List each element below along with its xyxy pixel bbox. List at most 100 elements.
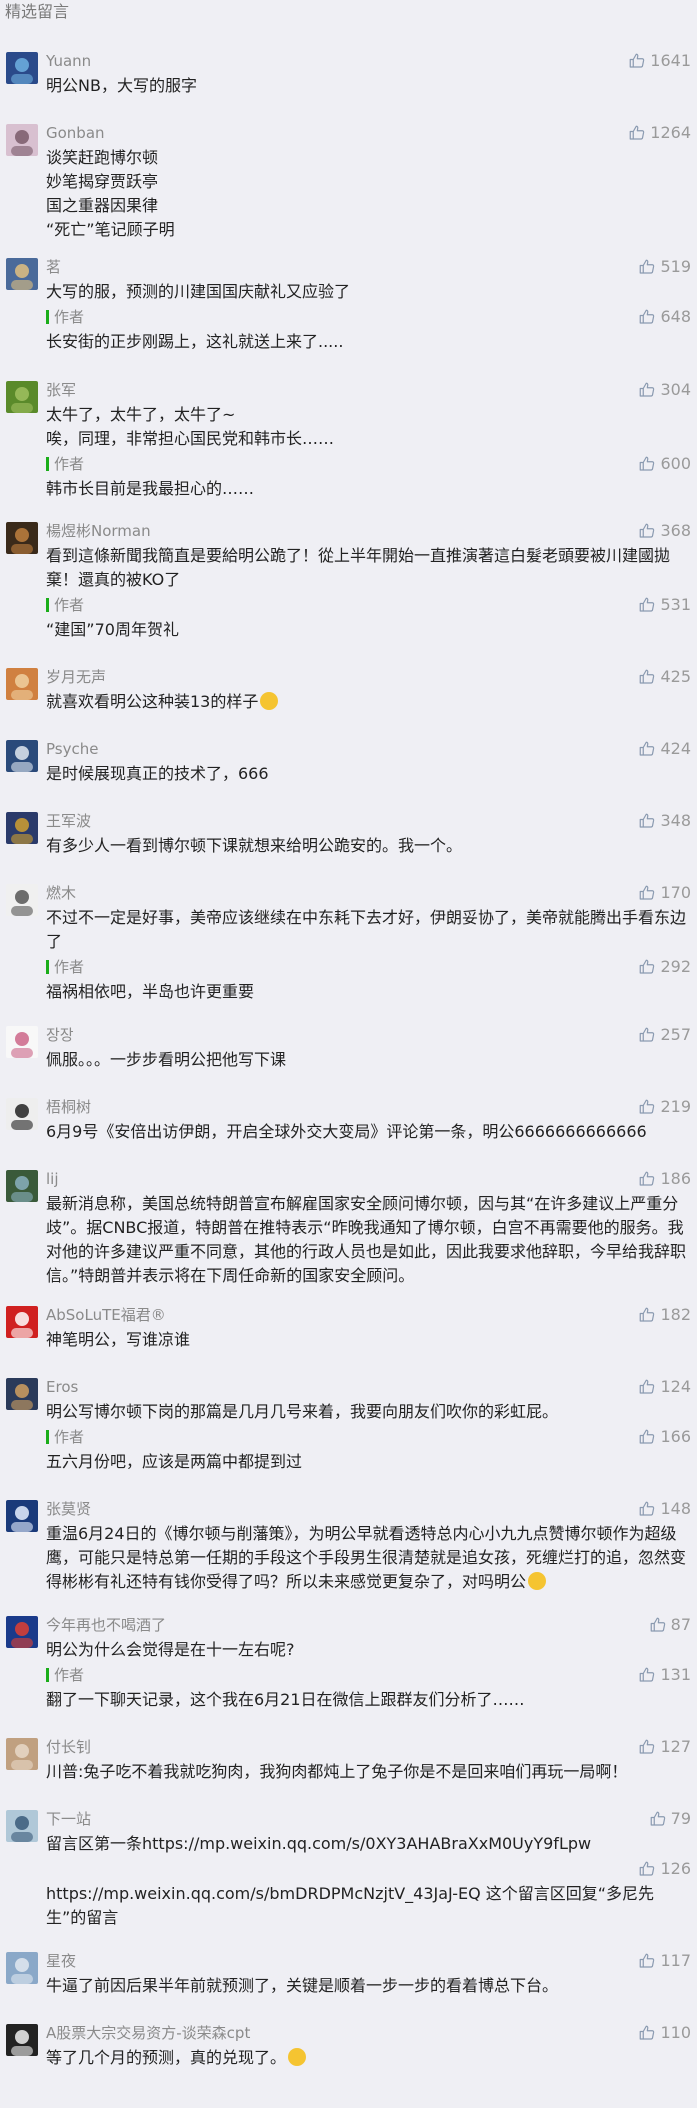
like-count: 186 — [660, 1169, 691, 1188]
thumbs-up-icon — [638, 1378, 656, 1396]
like-button[interactable]: 304 — [638, 381, 691, 399]
avatar[interactable] — [6, 1026, 38, 1058]
reply-text: 福祸相依吧，半岛也许更重要 — [46, 982, 255, 1001]
reply-like-button[interactable]: 126 — [638, 1860, 691, 1878]
avatar[interactable] — [6, 1738, 38, 1770]
avatar[interactable] — [6, 1500, 38, 1532]
like-count: 425 — [660, 667, 691, 686]
thumbs-up-icon — [649, 1810, 667, 1828]
comment-nickname: 岁月无声 — [46, 668, 107, 686]
avatar[interactable] — [6, 258, 38, 290]
emoji-icon — [528, 1572, 547, 1590]
like-button[interactable]: 186 — [638, 1170, 691, 1188]
reply-like-button[interactable]: 292 — [638, 958, 691, 976]
comment-text: 明公NB，大写的服字 — [46, 76, 197, 95]
reply-like-button[interactable]: 166 — [638, 1428, 691, 1446]
avatar[interactable] — [6, 1306, 38, 1338]
avatar[interactable] — [6, 2024, 38, 2056]
like-button[interactable]: 117 — [638, 1952, 691, 1970]
comment-nickname: 王军波 — [46, 812, 92, 830]
like-count: 292 — [660, 957, 691, 976]
reply-text: “建国”70周年贺礼 — [46, 620, 179, 639]
thumbs-up-icon — [638, 1098, 656, 1116]
comment-text: 谈笑赶跑博尔顿 妙笔揭穿贾跃亭 国之重器因果律 “死亡”笔记顾子明 — [46, 148, 175, 239]
like-count: 1641 — [650, 51, 691, 70]
like-button[interactable]: 257 — [638, 1026, 691, 1044]
like-count: 424 — [660, 739, 691, 758]
like-count: 1264 — [650, 123, 691, 142]
reply-like-button[interactable]: 648 — [638, 308, 691, 326]
reply-indicator — [46, 1668, 49, 1682]
comment-text: 不过不一定是好事，美帝应该继续在中东耗下去才好，伊朗妥协了，美帝就能腾出手看东边… — [46, 908, 687, 951]
like-button[interactable]: 425 — [638, 668, 691, 686]
reply-text: 韩市长目前是我最担心的…… — [46, 479, 255, 498]
like-button[interactable]: 348 — [638, 812, 691, 830]
author-tag: 作者 — [54, 596, 85, 614]
like-count: 600 — [660, 454, 691, 473]
avatar[interactable] — [6, 124, 38, 156]
thumbs-up-icon — [628, 52, 646, 70]
like-count: 124 — [660, 1377, 691, 1396]
avatar[interactable] — [6, 1616, 38, 1648]
thumbs-up-icon — [638, 522, 656, 540]
reply-like-button[interactable]: 600 — [638, 455, 691, 473]
avatar[interactable] — [6, 1170, 38, 1202]
like-count: 166 — [660, 1427, 691, 1446]
thumbs-up-icon — [638, 1738, 656, 1756]
section-title: 精选留言 — [5, 2, 70, 21]
like-button[interactable]: 87 — [649, 1616, 691, 1634]
thumbs-up-icon — [638, 1666, 656, 1684]
like-button[interactable]: 170 — [638, 884, 691, 902]
avatar[interactable] — [6, 1952, 38, 1984]
thumbs-up-icon — [638, 455, 656, 473]
thumbs-up-icon — [638, 381, 656, 399]
emoji-icon — [260, 692, 279, 710]
like-button[interactable]: 148 — [638, 1500, 691, 1518]
thumbs-up-icon — [638, 1170, 656, 1188]
like-button[interactable]: 1264 — [628, 124, 691, 142]
like-count: 182 — [660, 1305, 691, 1324]
comment-text: 牛逼了前因后果半年前就预测了，关键是顺着一步一步的看着博总下台。 — [46, 1976, 559, 1995]
comment-nickname: 张莫贤 — [46, 1500, 92, 1518]
like-count: 531 — [660, 595, 691, 614]
like-button[interactable]: 79 — [649, 1810, 691, 1828]
like-button[interactable]: 219 — [638, 1098, 691, 1116]
avatar[interactable] — [6, 381, 38, 413]
comment-text: 就喜欢看明公这种装13的样子 — [46, 690, 687, 714]
comment-text: 重温6月24日的《博尔顿与削藩策》，为明公早就看透特总内心小九九点赞博尔顿作为超… — [46, 1524, 687, 1591]
avatar[interactable] — [6, 884, 38, 916]
like-button[interactable]: 124 — [638, 1378, 691, 1396]
like-button[interactable]: 110 — [638, 2024, 691, 2042]
like-count: 648 — [660, 307, 691, 326]
avatar[interactable] — [6, 52, 38, 84]
avatar[interactable] — [6, 740, 38, 772]
reply-indicator — [46, 960, 49, 974]
comment-nickname: A股票大宗交易资方-谈荣森cpt — [46, 2024, 251, 2042]
avatar[interactable] — [6, 1810, 38, 1842]
like-button[interactable]: 424 — [638, 740, 691, 758]
comment-nickname: Eros — [46, 1378, 79, 1396]
thumbs-up-icon — [638, 1500, 656, 1518]
reply-like-button[interactable]: 531 — [638, 596, 691, 614]
reply-text: 长安街的正步刚踢上，这礼就送上来了..... — [46, 332, 344, 351]
author-tag: 作者 — [54, 308, 85, 326]
like-button[interactable]: 519 — [638, 258, 691, 276]
comment-nickname: 楊煜彬Norman — [46, 522, 151, 540]
avatar[interactable] — [6, 812, 38, 844]
like-button[interactable]: 127 — [638, 1738, 691, 1756]
like-count: 348 — [660, 811, 691, 830]
thumbs-up-icon — [649, 1616, 667, 1634]
thumbs-up-icon — [638, 1026, 656, 1044]
comment-nickname: 下一站 — [46, 1810, 92, 1828]
like-button[interactable]: 182 — [638, 1306, 691, 1324]
avatar[interactable] — [6, 668, 38, 700]
avatar[interactable] — [6, 1378, 38, 1410]
like-count: 126 — [660, 1859, 691, 1878]
like-button[interactable]: 1641 — [628, 52, 691, 70]
comment-nickname: Yuann — [46, 52, 92, 70]
like-button[interactable]: 368 — [638, 522, 691, 540]
avatar[interactable] — [6, 522, 38, 554]
avatar[interactable] — [6, 1098, 38, 1130]
reply-text: 五六月份吧，应该是两篇中都提到过 — [46, 1452, 303, 1471]
reply-like-button[interactable]: 131 — [638, 1666, 691, 1684]
